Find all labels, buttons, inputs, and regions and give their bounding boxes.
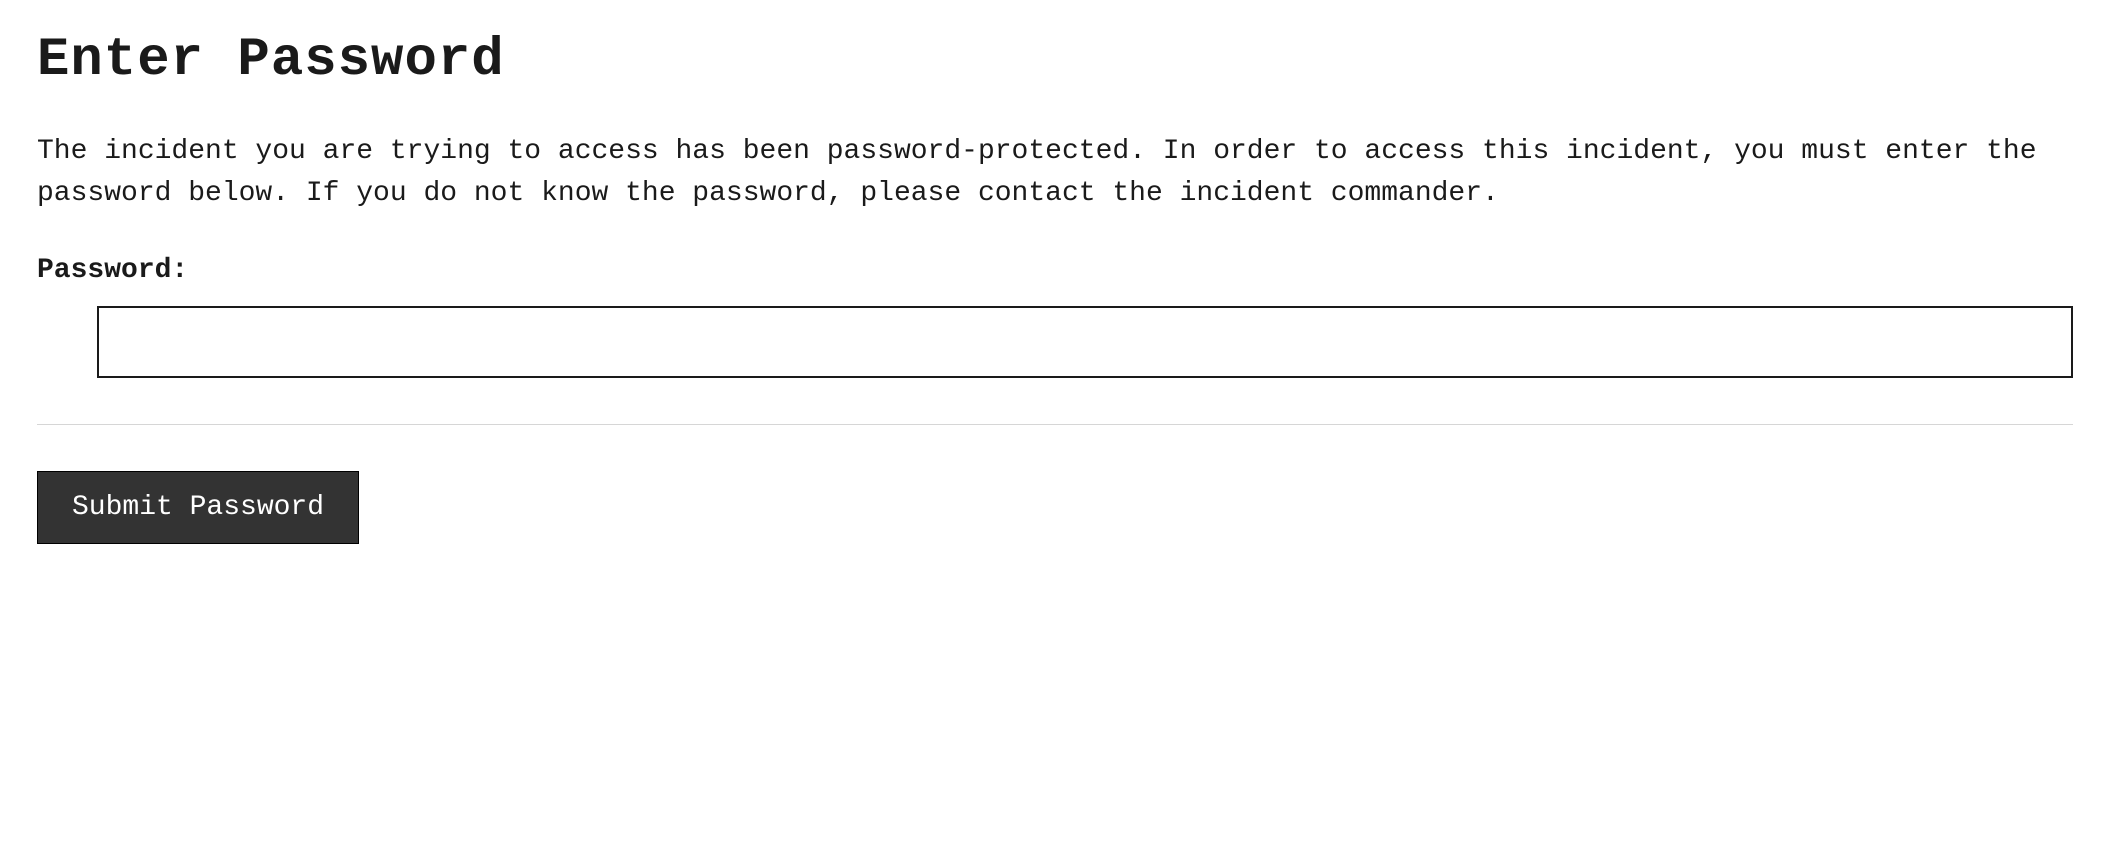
page-title: Enter Password <box>37 30 2073 91</box>
password-label: Password: <box>37 255 2073 286</box>
description-text: The incident you are trying to access ha… <box>37 131 2073 215</box>
submit-password-button[interactable]: Submit Password <box>37 471 359 544</box>
password-input[interactable] <box>97 306 2073 378</box>
divider <box>37 424 2073 425</box>
